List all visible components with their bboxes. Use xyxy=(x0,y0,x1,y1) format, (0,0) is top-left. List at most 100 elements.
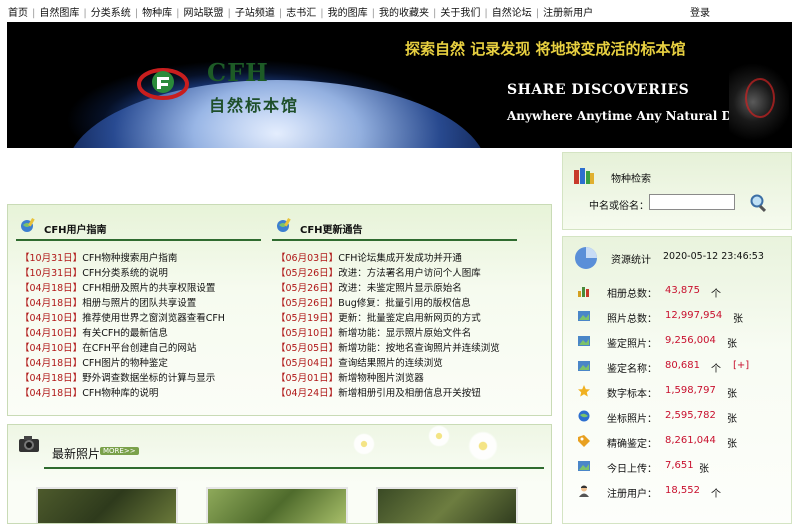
stat-label: 鉴定名称： xyxy=(607,364,657,375)
nav-taxonomy[interactable]: 分类系统 xyxy=(91,4,131,19)
user-icon xyxy=(579,485,589,497)
nav-separator: | xyxy=(535,8,540,19)
list-item[interactable]: 【06月03日】CFH论坛集成开发成功并开通 xyxy=(276,251,500,266)
stat-row-registered-users: 注册用户： 18,552 个 xyxy=(577,483,787,500)
list-item[interactable]: 【04月10日】有关CFH的最新信息 xyxy=(20,326,225,341)
list-item[interactable]: 【04月18日】相册与照片的团队共享设置 xyxy=(20,296,225,311)
nav-register[interactable]: 注册新用户 xyxy=(543,4,593,19)
nav-home[interactable]: 首页 xyxy=(8,4,28,19)
list-item[interactable]: 【10月31日】CFH物种搜索用户指南 xyxy=(20,251,225,266)
flower-decoration xyxy=(468,431,498,461)
globe-pen-icon xyxy=(21,218,35,232)
login-link[interactable]: 登录 xyxy=(690,4,710,19)
list-item[interactable]: 【05月04日】查询结果照片的连续浏览 xyxy=(276,356,500,371)
nav-about[interactable]: 关于我们 xyxy=(440,4,480,19)
stat-label: 鉴定照片： xyxy=(607,339,657,350)
nav-forum[interactable]: 自然论坛 xyxy=(492,4,532,19)
nav-separator: | xyxy=(320,8,324,19)
stat-label: 注册用户： xyxy=(607,489,657,500)
list-item[interactable]: 【04月18日】CFH相册及照片的共享权限设置 xyxy=(20,281,225,296)
updates-list: 【06月03日】CFH论坛集成开发成功并开通 【05月26日】改进：方法署名用户… xyxy=(276,251,500,401)
item-title[interactable]: 新增物种图片浏览器 xyxy=(338,373,424,384)
item-title[interactable]: CFH图片的物种鉴定 xyxy=(82,358,168,369)
item-title[interactable]: CFH相册及照片的共享权限设置 xyxy=(82,283,215,294)
list-item[interactable]: 【05月26日】Bug修复：批量引用的版权信息 xyxy=(276,296,500,311)
nav-favorites[interactable]: 我的收藏夹 xyxy=(379,4,429,19)
banner-tagline-1: SHARE DISCOVERIES xyxy=(507,82,690,98)
item-title[interactable]: Bug修复：批量引用的版权信息 xyxy=(338,298,471,309)
nav-gallery[interactable]: 自然图库 xyxy=(39,4,79,19)
item-date: 【10月31日】 xyxy=(20,268,83,279)
stat-label: 今日上传： xyxy=(607,464,657,475)
list-item[interactable]: 【05月26日】改进：未鉴定照片显示原始名 xyxy=(276,281,500,296)
item-title[interactable]: 新增相册引用及相册信息开关按钮 xyxy=(338,388,481,399)
list-item[interactable]: 【05月10日】新增功能：显示照片原始文件名 xyxy=(276,326,500,341)
list-item[interactable]: 【05月26日】改进：方法署名用户访问个人图库 xyxy=(276,266,500,281)
item-title[interactable]: 有关CFH的最新信息 xyxy=(82,328,168,339)
stat-value: 18,552 xyxy=(665,485,700,496)
stats-timestamp: 2020-05-12 23:46:53 xyxy=(663,251,764,262)
stat-unit: 张 xyxy=(727,339,737,350)
photo-thumbnail[interactable] xyxy=(36,487,178,523)
divider xyxy=(272,239,517,241)
item-title[interactable]: 改进：方法署名用户访问个人图库 xyxy=(338,268,481,279)
stat-unit: 个 xyxy=(711,289,721,300)
stat-unit: 张 xyxy=(699,464,709,475)
stat-value: 8,261,044 xyxy=(665,435,716,446)
list-item[interactable]: 【04月10日】推荐使用世界之窗浏览器查看CFH xyxy=(20,311,225,326)
resource-stats-panel: 资源统计 2020-05-12 23:46:53 相册总数： 43,875 个 … xyxy=(562,236,792,524)
stat-label: 精确鉴定： xyxy=(607,439,657,450)
item-title[interactable]: CFH物种搜索用户指南 xyxy=(82,253,177,264)
expand-link[interactable]: [+] xyxy=(733,360,749,371)
cfh-logo-icon[interactable] xyxy=(135,62,195,102)
info-panel: CFH用户指南 【10月31日】CFH物种搜索用户指南 【10月31日】CFH分… xyxy=(7,204,552,416)
list-item[interactable]: 【04月18日】CFH图片的物种鉴定 xyxy=(20,356,225,371)
nav-species[interactable]: 物种库 xyxy=(142,4,172,19)
nav-separator: | xyxy=(32,8,36,19)
stat-label: 照片总数： xyxy=(607,314,657,325)
item-date: 【04月18日】 xyxy=(20,373,83,384)
nav-alliance[interactable]: 网站联盟 xyxy=(184,4,224,19)
nav-items: 首页 | 自然图库 | 分类系统 | 物种库 | 网站联盟 | 子站频道 | 志书汇 | 我的图库 | 我的收藏… xyxy=(8,4,593,19)
item-title[interactable]: 改进：未鉴定照片显示原始名 xyxy=(338,283,462,294)
list-item[interactable]: 【05月05日】新增功能：按地名查询照片并连续浏览 xyxy=(276,341,500,356)
stat-row-today-uploads: 今日上传： 7,651 张 xyxy=(577,458,787,475)
list-item[interactable]: 【04月18日】CFH物种库的说明 xyxy=(20,386,225,401)
list-item[interactable]: 【05月19日】更新：批量鉴定启用新网页的方式 xyxy=(276,311,500,326)
item-title[interactable]: CFH论坛集成开发成功并开通 xyxy=(338,253,462,264)
list-item[interactable]: 【10月31日】CFH分类系统的说明 xyxy=(20,266,225,281)
list-item[interactable]: 【04月10日】在CFH平台创建自己的网站 xyxy=(20,341,225,356)
item-date: 【04月18日】 xyxy=(20,298,83,309)
item-title[interactable]: CFH分类系统的说明 xyxy=(82,268,168,279)
item-title[interactable]: 新增功能：显示照片原始文件名 xyxy=(338,328,471,339)
list-item[interactable]: 【05月01日】新增物种图片浏览器 xyxy=(276,371,500,386)
search-icon[interactable] xyxy=(749,193,769,213)
item-date: 【04月18日】 xyxy=(20,388,83,399)
item-title[interactable]: 在CFH平台创建自己的网站 xyxy=(82,343,196,354)
item-title[interactable]: 相册与照片的团队共享设置 xyxy=(82,298,196,309)
item-title[interactable]: 推荐使用世界之窗浏览器查看CFH xyxy=(82,313,225,324)
photo-thumbnail[interactable] xyxy=(206,487,348,523)
item-title[interactable]: 野外调查数据坐标的计算与显示 xyxy=(82,373,215,384)
item-date: 【04月18日】 xyxy=(20,358,83,369)
photo-icon xyxy=(578,311,590,321)
more-button[interactable]: MORE>> xyxy=(100,447,139,455)
nav-my-gallery[interactable]: 我的图库 xyxy=(328,4,368,19)
list-item[interactable]: 【04月18日】野外调查数据坐标的计算与显示 xyxy=(20,371,225,386)
photo-icon xyxy=(578,336,590,346)
nav-subsites[interactable]: 子站频道 xyxy=(235,4,275,19)
bar-chart-icon xyxy=(578,287,589,297)
lens-ring-graphic xyxy=(745,78,775,118)
item-title[interactable]: 新增功能：按地名查询照片并连续浏览 xyxy=(338,343,500,354)
item-title[interactable]: 查询结果照片的连续浏览 xyxy=(338,358,443,369)
item-title[interactable]: 更新：批量鉴定启用新网页的方式 xyxy=(338,313,481,324)
species-search-input[interactable] xyxy=(649,194,735,210)
books-icon xyxy=(574,168,594,184)
item-title[interactable]: CFH物种库的说明 xyxy=(82,388,158,399)
stat-row-geotagged-photos: 坐标照片： 2,595,782 张 xyxy=(577,408,787,425)
photo-thumbnail[interactable] xyxy=(376,487,518,523)
top-navigation: 首页 | 自然图库 | 分类系统 | 物种库 | 网站联盟 | 子站频道 | 志书汇 | 我的图库 | 我的收藏… xyxy=(0,0,800,22)
nav-floras[interactable]: 志书汇 xyxy=(286,4,316,19)
list-item[interactable]: 【04月24日】新增相册引用及相册信息开关按钮 xyxy=(276,386,500,401)
nav-separator: | xyxy=(83,8,87,19)
